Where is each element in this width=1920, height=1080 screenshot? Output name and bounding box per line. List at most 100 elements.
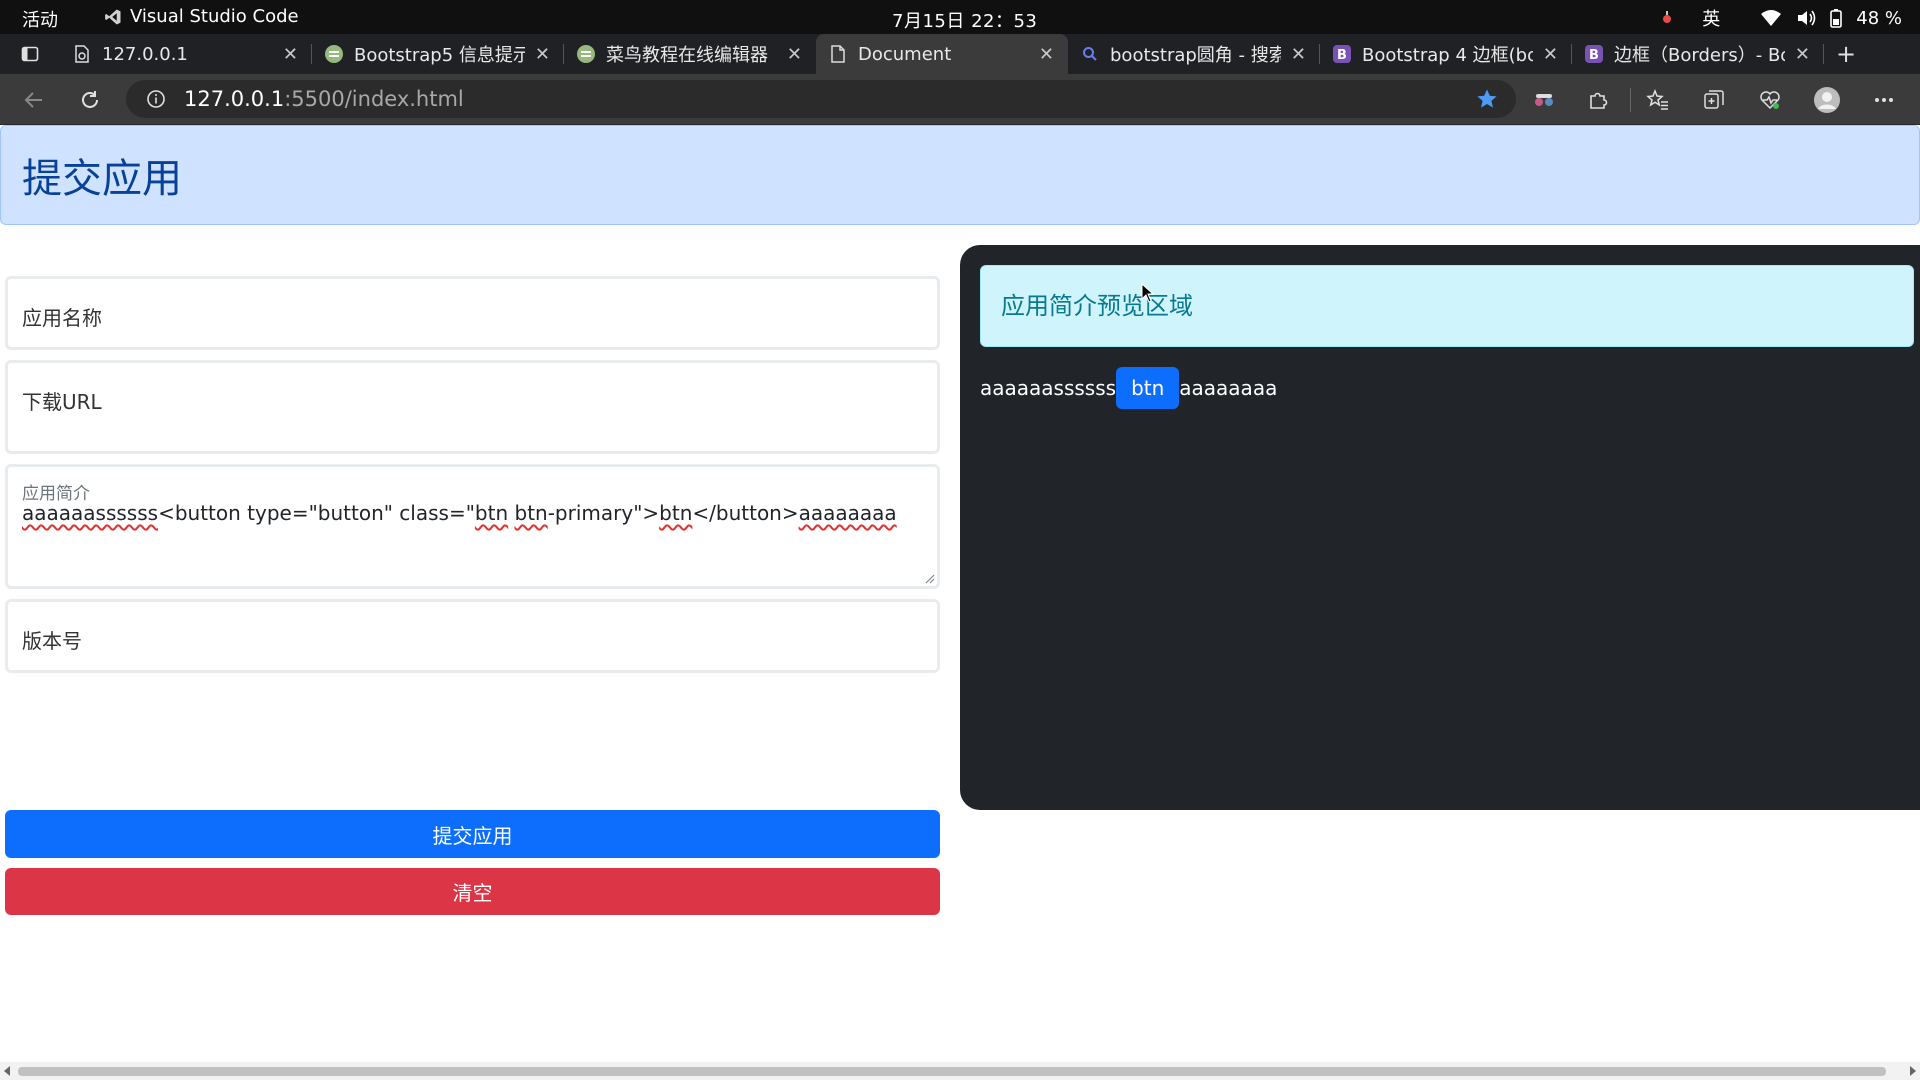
tab-title: Bootstrap 4 边框(bo [1362, 45, 1533, 66]
tab-title: 菜鸟教程在线编辑器 [606, 45, 768, 66]
app-menu[interactable]: Visual Studio Code [104, 6, 299, 27]
preview-text-after: aaaaaaaa [1179, 376, 1278, 400]
favorite-star-icon[interactable] [1476, 88, 1498, 110]
browser-tab-strip: 127.0.0.1 ✕ Bootstrap5 信息提示 ✕ 菜鸟教程在线编辑器 … [0, 34, 1920, 74]
address-bar[interactable]: 127.0.0.1:5500/index.html [126, 80, 1516, 118]
avatar-icon [1814, 87, 1840, 113]
tab-actions-button[interactable] [0, 34, 60, 74]
profile-button[interactable] [1813, 86, 1841, 114]
tab-title: Document [858, 43, 952, 65]
browser-tab[interactable]: bootstrap圆角 - 搜索 ✕ [1068, 34, 1320, 74]
app-name-label: Visual Studio Code [130, 6, 299, 27]
extensions-button[interactable] [1584, 86, 1612, 114]
tab-title: 边框（Borders）- Bo [1614, 45, 1785, 66]
activities-button[interactable]: 活动 [22, 6, 58, 32]
browser-tab[interactable]: 127.0.0.1 ✕ [60, 34, 312, 74]
download-url-placeholder: 下载URL [22, 390, 102, 414]
scrollbar-thumb[interactable] [18, 1067, 1886, 1076]
browser-tab[interactable]: 菜鸟教程在线编辑器 ✕ [564, 34, 816, 74]
heart-pulse-icon [1760, 91, 1780, 110]
reload-icon [82, 91, 98, 108]
bootstrap-icon: B [1584, 44, 1604, 64]
battery-percent: 48 % [1856, 7, 1902, 29]
incognito-extension-icon [1535, 94, 1553, 106]
version-input[interactable]: 版本号 [5, 599, 940, 673]
app-intro-value: aaaaaassssss<button type="button" class=… [22, 501, 897, 525]
new-tab-button[interactable]: + [1824, 34, 1868, 74]
browser-toolbar: 127.0.0.1:5500/index.html [0, 74, 1920, 125]
page-title: 提交应用 [22, 156, 182, 202]
toolbar-divider [1630, 88, 1631, 112]
svg-text:B: B [1337, 48, 1347, 63]
close-tab-icon[interactable]: ✕ [787, 44, 802, 65]
info-icon [147, 90, 165, 108]
reload-button[interactable] [76, 86, 104, 114]
favorites-button[interactable] [1644, 86, 1672, 114]
browser-essentials-button[interactable] [1756, 86, 1784, 114]
close-tab-icon[interactable]: ✕ [1795, 44, 1810, 65]
clear-button[interactable]: 清空 [5, 868, 940, 915]
close-tab-icon[interactable]: ✕ [1543, 44, 1558, 65]
preview-title-alert: 应用简介预览区域 [980, 265, 1914, 347]
tab-title: 127.0.0.1 [102, 43, 188, 65]
url-host: 127.0.0.1 [184, 87, 285, 111]
close-tab-icon[interactable]: ✕ [1291, 44, 1306, 65]
page-header-alert: 提交应用 [0, 125, 1920, 225]
scroll-right-icon[interactable] [1910, 1066, 1916, 1076]
close-tab-icon[interactable]: ✕ [535, 44, 550, 65]
url-path: :5500/index.html [284, 87, 464, 111]
clock[interactable]: 7月15日 22：53 [892, 7, 1037, 33]
document-icon [828, 44, 848, 64]
system-top-bar: 活动 Visual Studio Code 7月15日 22：53 英 48 % [0, 0, 1920, 34]
plus-icon: + [1835, 40, 1857, 68]
web-page: 提交应用 应用名称 下载URL 应用简介 aaaaaassssss<button… [0, 125, 1920, 1062]
horizontal-scrollbar[interactable] [0, 1062, 1920, 1080]
scroll-left-icon[interactable] [4, 1066, 10, 1076]
arrow-left-icon [24, 92, 42, 108]
app-intro-textarea[interactable]: 应用简介 aaaaaassssss<button type="button" c… [5, 464, 940, 589]
battery-icon [1830, 9, 1843, 28]
browser-tab[interactable]: B Bootstrap 4 边框(bo ✕ [1320, 34, 1572, 74]
favorites-icon [1646, 89, 1668, 110]
app-name-placeholder: 应用名称 [22, 306, 102, 330]
system-tray[interactable]: 英 48 % [1660, 5, 1902, 31]
wifi-icon [1761, 10, 1782, 26]
more-dots-icon [1875, 98, 1893, 102]
vscode-icon [105, 9, 121, 24]
svg-text:B: B [1589, 48, 1599, 63]
preview-content: aaaaaassssss btn aaaaaaaa [980, 367, 1277, 409]
preview-text-before: aaaaaassssss [980, 376, 1117, 400]
mouse-cursor-icon [1141, 283, 1155, 303]
volume-icon [1798, 10, 1816, 26]
submit-app-button[interactable]: 提交应用 [5, 810, 940, 858]
runoob-icon [324, 44, 344, 64]
collections-icon [1704, 90, 1724, 109]
url-text: 127.0.0.1:5500/index.html [184, 87, 464, 111]
preview-title: 应用简介预览区域 [1001, 292, 1193, 320]
tab-title: bootstrap圆角 - 搜索 [1110, 45, 1281, 66]
download-url-input[interactable]: 下载URL [5, 360, 940, 454]
browser-tab[interactable]: B 边框（Borders）- Bo ✕ [1572, 34, 1824, 74]
recording-indicator-icon [1663, 11, 1672, 23]
close-tab-icon[interactable]: ✕ [1039, 44, 1054, 65]
browser-tab[interactable]: Bootstrap5 信息提示 ✕ [312, 34, 564, 74]
collections-button[interactable] [1700, 86, 1728, 114]
search-icon [1080, 44, 1100, 64]
runoob-icon [576, 44, 596, 64]
sidebar-tabs-icon [21, 46, 39, 62]
tab-title: Bootstrap5 信息提示 [354, 45, 525, 66]
bootstrap-icon: B [1332, 44, 1352, 64]
settings-menu-button[interactable] [1870, 86, 1898, 114]
app-name-input[interactable]: 应用名称 [5, 276, 940, 350]
intro-preview-panel: 应用简介预览区域 aaaaaassssss btn aaaaaaaa [960, 245, 1920, 810]
back-button[interactable] [20, 86, 48, 114]
resize-handle-icon[interactable] [923, 572, 935, 584]
preview-btn-button[interactable]: btn [1116, 367, 1180, 409]
puzzle-icon [1590, 92, 1608, 109]
close-tab-icon[interactable]: ✕ [283, 44, 298, 65]
browser-tab-active[interactable]: Document ✕ [816, 34, 1068, 74]
page-sync-icon [72, 44, 92, 64]
input-method-indicator[interactable]: 英 [1702, 5, 1720, 31]
version-placeholder: 版本号 [22, 629, 82, 653]
extension-button[interactable] [1530, 86, 1558, 114]
